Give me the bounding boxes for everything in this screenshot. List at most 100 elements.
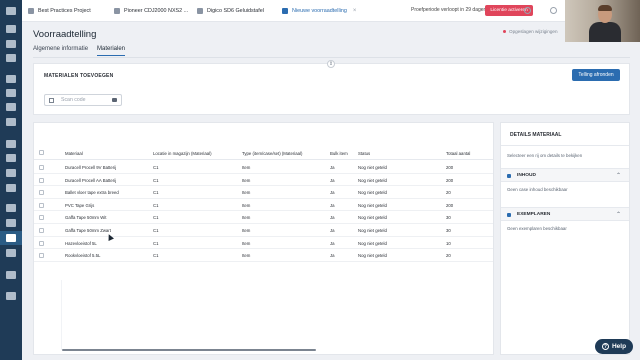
table-cell: C1 [153, 240, 159, 246]
table-cell: Ja [330, 228, 335, 233]
table-row[interactable]: PVC Tape Grijs C1 Item Ja Nog niet geteld 200 [34, 199, 493, 212]
calendar-icon[interactable] [6, 40, 16, 48]
table-cell: Nog niet geteld [358, 215, 387, 221]
project-icon [28, 8, 34, 14]
column-header[interactable]: Materiaal [65, 151, 83, 156]
materials-table: Materiaal Locatie in magazijn (Materiaal… [33, 122, 494, 355]
table-row[interactable]: Hazevloeistof 5L C1 Item Ja Nog niet geteld 1… [34, 237, 493, 250]
tools-icon[interactable] [6, 234, 16, 242]
chevron-up-icon[interactable]: ⌃ [616, 172, 621, 179]
scan-icon [49, 97, 54, 103]
row-checkbox[interactable] [39, 177, 44, 183]
inventory-icon[interactable] [6, 154, 16, 162]
details-hint: Selecteer een rij om details te bekijken [507, 153, 583, 158]
divider [501, 145, 629, 146]
column-header[interactable]: Totaal aantal [446, 151, 470, 156]
column-header[interactable]: Status [358, 151, 370, 156]
projects-icon[interactable] [6, 54, 16, 62]
table-cell: PVC Tape Grijs [65, 202, 95, 208]
select-all-checkbox[interactable] [39, 150, 44, 155]
tab-stocktake[interactable]: Nieuwe voorraadtelling × [282, 0, 356, 22]
table-cell: C1 [153, 177, 159, 183]
tab-general-info[interactable]: Algemene informatie [33, 46, 88, 52]
transport-icon[interactable] [6, 169, 16, 177]
table-cell: 20 [446, 253, 451, 259]
section-contents[interactable]: INHOUD ⌃ [501, 168, 629, 182]
table-cell: Hazevloeistof 5L [65, 240, 97, 246]
invoices-icon[interactable] [6, 219, 16, 227]
table-cell: Nog niet geteld [358, 228, 387, 233]
table-row[interactable]: Rookvloeistof 5.5L C1 Item Ja Nog niet getel… [34, 249, 493, 262]
logo-icon[interactable] [6, 7, 16, 15]
autosave-status: Opgeslagen wijzigingen [503, 29, 558, 34]
settings-icon[interactable] [6, 292, 16, 300]
column-header[interactable]: Locatie in magazijn (Materiaal) [153, 151, 212, 156]
row-checkbox[interactable] [39, 253, 44, 259]
dashboard-icon[interactable] [6, 25, 16, 33]
warehouse-icon[interactable] [6, 140, 16, 148]
crew-icon[interactable] [6, 89, 16, 97]
row-checkbox[interactable] [39, 165, 44, 170]
scan-placeholder: Scan code [61, 97, 86, 103]
row-checkbox[interactable] [39, 202, 44, 208]
tab-label: Nieuwe voorraadtelling [292, 8, 347, 14]
close-icon[interactable]: × [353, 8, 357, 14]
table-cell: Gaffa Tape 50mm Zwart [65, 228, 111, 233]
finish-count-button[interactable]: Telling afronden [572, 69, 620, 81]
planning-icon[interactable] [6, 75, 16, 83]
table-row[interactable]: Duracell Procell AA Batterij C1 Item Ja Nog … [34, 174, 493, 187]
user-icon[interactable] [550, 7, 557, 14]
table-cell: Nog niet geteld [358, 165, 387, 170]
table-row[interactable]: Gaffa Tape 50mm Wit C1 Item Ja Nog niet gete… [34, 211, 493, 224]
table-cell: Nog niet geteld [358, 253, 387, 259]
stocktake-icon [282, 8, 288, 14]
scan-code-input[interactable]: Scan code [44, 94, 122, 106]
help-button[interactable]: ? Help [595, 339, 633, 354]
row-checkbox[interactable] [39, 228, 44, 233]
table-row[interactable]: Ballet vloer tape extra breed C1 Item Ja Nog… [34, 186, 493, 199]
collapse-toggle-icon[interactable]: ⇕ [327, 60, 335, 68]
page-title: Voorraadtelling [33, 29, 97, 40]
table-cell: Item [242, 215, 251, 221]
table-cell: Item [242, 190, 251, 196]
reports-icon[interactable] [6, 249, 16, 257]
status-dot-icon [503, 30, 506, 34]
documents-icon[interactable] [6, 184, 16, 192]
table-row[interactable]: Duracell Procell 9V Batterij C1 Item Ja Nog … [34, 161, 493, 174]
table-cell: Nog niet geteld [358, 202, 387, 208]
row-checkbox[interactable] [39, 240, 44, 246]
column-header[interactable]: Bulk item [330, 151, 348, 156]
table-cell: Duracell Procell 9V Batterij [65, 165, 117, 170]
messages-icon[interactable] [6, 271, 16, 279]
material-details-panel: DETAILS MATERIAAL Selecteer een rij om d… [500, 122, 630, 355]
table-row[interactable]: Gaffa Tape 50mm Zwart C1 Item Ja Nog niet ge… [34, 224, 493, 237]
sound-icon[interactable] [112, 98, 117, 102]
column-header[interactable]: Type (item/case/set) (Materiaal) [242, 151, 302, 156]
tab-digico[interactable]: Digico SD6 Geluidstafel [197, 0, 264, 22]
contacts-icon[interactable] [6, 103, 16, 111]
tab-materials[interactable]: Materialen [97, 46, 126, 56]
horizontal-scrollbar[interactable] [62, 349, 316, 351]
webcam-overlay [565, 0, 640, 42]
table-cell: Item [242, 177, 251, 183]
chevron-up-icon[interactable]: ⌃ [616, 211, 621, 218]
finance-icon[interactable] [6, 204, 16, 212]
section-empty-text: Geen case inhoud beschikbaar [507, 187, 568, 192]
table-cell: 200 [446, 202, 454, 208]
tab-project[interactable]: Best Practices Project [28, 0, 91, 22]
table-header: Materiaal Locatie in magazijn (Materiaal… [34, 146, 493, 160]
table-cell: Rookvloeistof 5.5L [65, 253, 101, 259]
tab-label: Pioneer CDJ2000 NXS2 ... [124, 8, 189, 14]
equipment-icon[interactable] [6, 118, 16, 126]
table-cell: C1 [153, 202, 159, 208]
equipment-icon [114, 8, 120, 14]
table-cell: 30 [446, 228, 451, 233]
section-instances[interactable]: EXEMPLAREN ⌃ [501, 207, 629, 221]
table-cell: Ja [330, 202, 335, 208]
table-cell: Item [242, 253, 251, 259]
row-checkbox[interactable] [39, 190, 44, 196]
divider [33, 57, 630, 58]
notifications-icon[interactable] [524, 7, 531, 14]
row-checkbox[interactable] [39, 215, 44, 221]
tab-pioneer[interactable]: Pioneer CDJ2000 NXS2 ... [114, 0, 188, 22]
